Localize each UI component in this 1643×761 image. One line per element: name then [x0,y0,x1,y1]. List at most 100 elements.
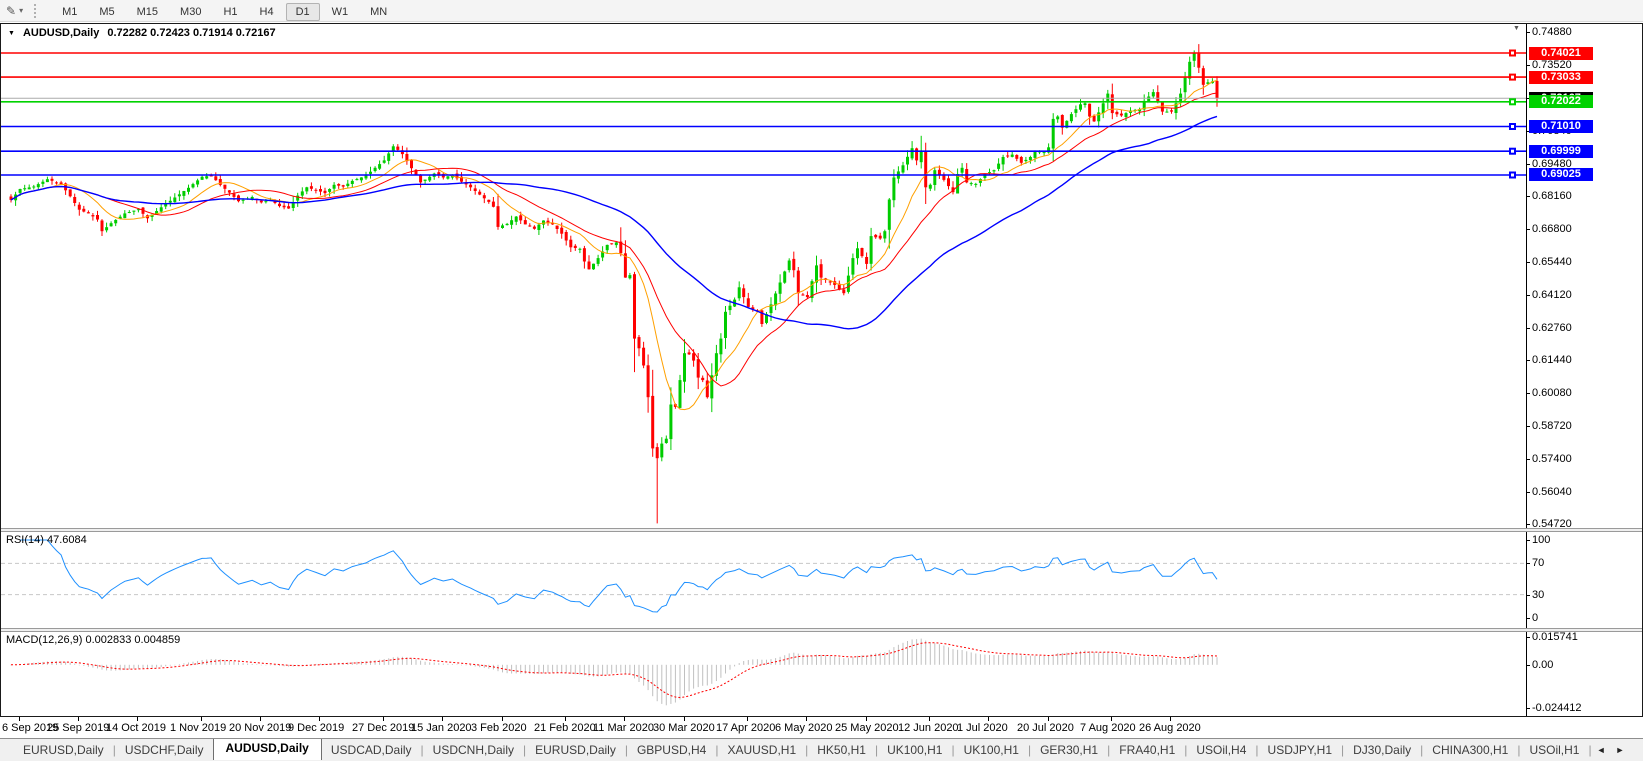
date-label: 25 Sep 2019 [47,722,110,734]
chart-tab-china300-h1[interactable]: CHINA300,H1 [1423,740,1517,760]
date-label: 9 Dec 2019 [288,722,345,734]
chart-title-ohlc: 0.72282 0.72423 0.71914 0.72167 [107,27,276,39]
timeframe-h4-button[interactable]: H4 [250,3,284,21]
chart-tab-uk100-h1[interactable]: UK100,H1 [955,740,1028,760]
date-label: 20 Jul 2020 [1017,722,1074,734]
date-label: 1 Jul 2020 [957,722,1008,734]
chart-tab-usdcad-daily[interactable]: USDCAD,Daily [322,740,421,760]
price-tick-dash [1526,295,1530,296]
chart-tab-usdjpy-h1[interactable]: USDJPY,H1 [1259,740,1341,760]
rsi-tick-0: 0 [1532,612,1539,624]
date-label: 26 Aug 2020 [1139,722,1201,734]
rsi-panel[interactable] [1,532,1526,628]
macd-indicator-label: MACD(12,26,9) 0.002833 0.004859 [6,634,181,646]
date-tick [929,717,930,721]
date-axis: 6 Sep 2019 25 Sep 2019 14 Oct 2019 1 Nov 20… [0,717,1643,738]
price-tick-dash [1526,32,1530,33]
price-tick-0.73520: 0.73520 [1532,59,1572,71]
rsi-tick-70: 70 [1532,557,1545,569]
chart-tab-usdcnh-daily[interactable]: USDCNH,Daily [424,740,523,760]
timeframe-mn-button[interactable]: MN [360,3,397,21]
ma-20-line [10,92,1218,387]
macd-signal-line [11,642,1218,699]
chart-tab-usdchf-daily[interactable]: USDCHF,Daily [116,740,213,760]
date-label: 27 Dec 2019 [352,722,415,734]
price-tick-0.74880: 0.74880 [1532,26,1572,38]
chart-shift-marker-icon: ▼ [1513,25,1520,32]
tabs-scroll-right-button[interactable]: ► [1616,745,1625,755]
price-tick-0.58720: 0.58720 [1532,420,1572,432]
ma-50-line [10,115,1218,330]
date-tick [201,717,202,721]
tab-separator: | [1588,743,1592,757]
timeframe-m5-button[interactable]: M5 [89,3,124,21]
toolbar-grip[interactable] [34,3,40,18]
price-tick-0.65440: 0.65440 [1532,256,1572,268]
timeframe-w1-button[interactable]: W1 [322,3,359,21]
chart-window[interactable]: ▼ AUDUSD,Daily 0.72282 0.72423 0.71914 0… [0,23,1643,717]
price-badge-0.69999: 0.69999 [1529,145,1593,158]
date-tick [624,717,625,721]
timeframe-h1-button[interactable]: H1 [213,3,247,21]
date-tick [684,717,685,721]
timeframe-m1-button[interactable]: M1 [52,3,87,21]
date-tick [260,717,261,721]
pencil-icon: ✎ [6,3,17,18]
horizontal-lines[interactable] [1,49,1526,179]
chevron-down-icon[interactable]: ▾ [19,6,23,15]
chart-tab-fra40-h1[interactable]: FRA40,H1 [1110,740,1184,760]
chart-tab-uk100-h1[interactable]: UK100,H1 [878,740,951,760]
panel-splitter[interactable] [1,528,1642,532]
chart-tab-xauusd-h1[interactable]: XAUUSD,H1 [718,740,805,760]
price-tick-dash [1526,459,1530,460]
date-label: 1 Nov 2019 [170,722,227,734]
macd-panel[interactable] [1,632,1526,716]
chart-tab-audusd-daily[interactable]: AUDUSD,Daily [212,739,322,760]
date-label: 25 May 2020 [835,722,899,734]
price-tick-dash [1526,426,1530,427]
date-tick [1111,717,1112,721]
date-label: 21 Feb 2020 [534,722,596,734]
rsi-tick-dash [1526,540,1530,541]
chart-tab-dj30-daily[interactable]: DJ30,Daily [1344,740,1420,760]
timeframe-m30-button[interactable]: M30 [170,3,211,21]
panel-splitter[interactable] [1,628,1642,632]
macd-tick-0.00: 0.00 [1532,659,1554,671]
date-tick [383,717,384,721]
date-tick [806,717,807,721]
timeframe-m15-button[interactable]: M15 [127,3,168,21]
price-tick-0.66800: 0.66800 [1532,223,1572,235]
chart-tab-usoil-h4[interactable]: USOil,H4 [1187,740,1255,760]
timeframe-d1-button[interactable]: D1 [285,2,320,21]
chart-tab-usoil-h1[interactable]: USOil,H1 [1520,740,1588,760]
date-tick [502,717,503,721]
timeframe-buttons: M1 M5 M15 M30 H1 H4 D1 W1 MN [51,2,398,21]
price-tick-dash [1526,328,1530,329]
triangle-down-icon[interactable]: ▼ [8,30,15,37]
price-tick-dash [1526,492,1530,493]
date-label: 3 Feb 2020 [471,722,527,734]
price-badge-0.74021: 0.74021 [1529,47,1593,60]
date-label: 17 Apr 2020 [716,722,776,734]
date-tick [1170,717,1171,721]
rsi-tick-100: 100 [1532,534,1551,546]
price-badge-0.72022: 0.72022 [1529,95,1593,108]
date-tick [137,717,138,721]
rsi-indicator-label: RSI(14) 47.6084 [6,534,87,546]
macd-tick--0.024412: -0.024412 [1532,702,1582,714]
chart-title: ▼ AUDUSD,Daily 0.72282 0.72423 0.71914 0… [8,27,276,39]
chart-tab-ger30-h1[interactable]: GER30,H1 [1031,740,1107,760]
timeframe-toolbar: ✎ ▾ M1 M5 M15 M30 H1 H4 D1 W1 MN [0,0,1643,22]
tabs-scroll-left-button[interactable]: ◄ [1597,745,1606,755]
rsi-tick-dash [1526,595,1530,596]
chart-tab-hk50-h1[interactable]: HK50,H1 [808,740,875,760]
chart-tab-eurusd-daily[interactable]: EURUSD,Daily [526,740,625,760]
macd-tick-dash [1526,637,1530,638]
chart-tab-eurusd-daily[interactable]: EURUSD,Daily [14,740,113,760]
price-badge-0.69025: 0.69025 [1529,168,1593,181]
chart-tab-gbpusd-h4[interactable]: GBPUSD,H4 [628,740,715,760]
price-tick-dash [1526,65,1530,66]
rsi-line [20,539,1218,613]
main-price-chart[interactable] [1,24,1526,528]
drawing-tool-button[interactable]: ✎ ▾ [6,4,23,18]
